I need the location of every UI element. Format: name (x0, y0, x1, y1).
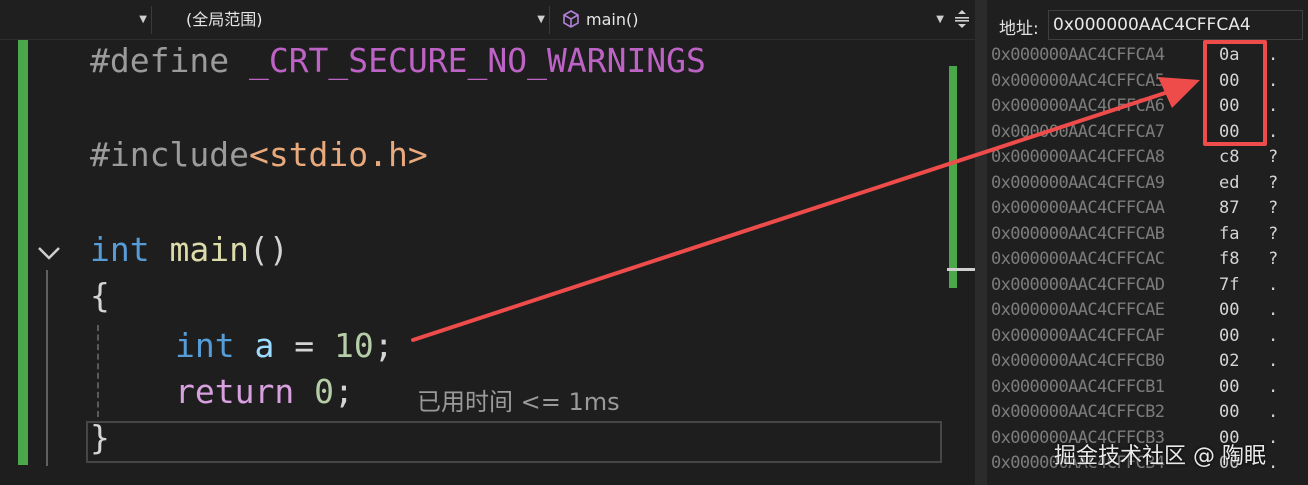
close-brace: } (90, 418, 110, 457)
code-editor[interactable]: ▼ (全局范围) ▼ main() ▼ #define _CRT_SECURE_… (0, 0, 975, 485)
chevron-down-icon: ▼ (537, 14, 545, 25)
memory-char: . (1268, 427, 1279, 448)
memory-byte[interactable]: ed (1219, 171, 1239, 196)
memory-byte[interactable]: 02 (1219, 349, 1239, 374)
memory-byte[interactable]: 00 (1219, 324, 1239, 349)
code-line-3[interactable]: #include<stdio.h> (90, 131, 428, 179)
memory-byte[interactable]: 00 (1219, 400, 1239, 425)
memory-char: . (1268, 351, 1279, 371)
memory-char: . (1268, 274, 1279, 295)
memory-char: ? (1268, 172, 1279, 193)
memory-char: ? (1268, 147, 1279, 167)
function-name: main (169, 230, 249, 269)
variable-name: a (254, 326, 275, 365)
preprocessor-directive: #include (90, 135, 249, 174)
indent-guide (97, 325, 99, 417)
memory-byte[interactable]: 00 (1219, 375, 1239, 400)
memory-address: 0x000000AAC4CFFCAC (991, 249, 1165, 269)
memory-char: . (1268, 121, 1279, 142)
memory-char: . (1268, 96, 1279, 116)
memory-address: 0x000000AAC4CFFCAD (991, 274, 1165, 295)
macro-name: _CRT_SECURE_NO_WARNINGS (248, 41, 706, 80)
memory-char: . (1268, 70, 1279, 91)
memory-address: 0x000000AAC4CFFCAF (991, 325, 1165, 346)
memory-address: 0x000000AAC4CFFCA4 (991, 45, 1165, 65)
memory-address: 0x000000AAC4CFFCB0 (991, 351, 1165, 371)
memory-address: 0x000000AAC4CFFCA6 (991, 96, 1165, 116)
memory-byte[interactable]: c8 (1219, 145, 1239, 170)
cube-icon (563, 10, 579, 28)
watermark: 掘金技术社区 @ 陶眠 (1054, 444, 1266, 469)
number-literal: 0 (314, 372, 334, 411)
memory-address: 0x000000AAC4CFFCA7 (991, 121, 1165, 142)
code-line-9[interactable]: } (90, 414, 110, 462)
navigation-bar: ▼ (全局范围) ▼ main() ▼ (0, 0, 975, 40)
semicolon: ; (333, 372, 354, 411)
memory-char: ? (1268, 223, 1279, 244)
member-combo[interactable]: main() ▼ (556, 6, 948, 34)
memory-char: ? (1268, 249, 1279, 269)
file-combo[interactable]: ▼ (0, 6, 152, 34)
memory-byte[interactable]: fa (1219, 222, 1239, 247)
scope-combo-label: (全局范围) (186, 10, 263, 29)
pane-divider[interactable] (975, 0, 987, 485)
assign-operator: = (274, 326, 334, 365)
scrollbar-caret-marker (947, 268, 975, 271)
memory-address: 0x000000AAC4CFFCA9 (991, 172, 1165, 193)
code-line-1[interactable]: #define _CRT_SECURE_NO_WARNINGS (90, 37, 706, 85)
memory-char: . (1268, 376, 1279, 397)
memory-byte[interactable]: 87 (1219, 196, 1239, 221)
semicolon: ; (373, 326, 394, 365)
fold-region-line (46, 270, 48, 466)
scope-combo[interactable]: (全局范围) ▼ (158, 6, 550, 34)
code-line-8[interactable]: return 0; (175, 368, 354, 416)
code-line-7[interactable]: int a = 10; (175, 322, 394, 370)
memory-address: 0x000000AAC4CFFCAA (991, 198, 1165, 218)
memory-char: . (1268, 325, 1279, 346)
memory-address: 0x000000AAC4CFFCB1 (991, 376, 1165, 397)
address-input[interactable]: 0x000000AAC4CFFCA4 (1048, 10, 1303, 40)
return-keyword: return (175, 372, 295, 411)
number-literal: 10 (333, 326, 374, 365)
include-header: <stdio.h> (248, 135, 428, 174)
chevron-down-icon[interactable] (34, 238, 64, 268)
preprocessor-directive: #define (90, 41, 230, 80)
perf-tip[interactable]: 已用时间 <= 1ms (417, 382, 620, 417)
function-parens: () (248, 230, 289, 269)
split-editor-icon[interactable] (952, 9, 972, 31)
memory-char: . (1268, 402, 1279, 422)
change-tracking-bar (18, 40, 28, 465)
memory-char: . (1268, 300, 1279, 320)
memory-byte[interactable]: 00 (1219, 298, 1239, 323)
code-line-5[interactable]: int main() (90, 226, 289, 274)
return-type: int (90, 230, 150, 269)
member-combo-label: main() (586, 10, 639, 29)
memory-address: 0x000000AAC4CFFCB2 (991, 402, 1165, 422)
memory-address: 0x000000AAC4CFFCA5 (991, 70, 1165, 91)
code-line-6[interactable]: { (90, 272, 110, 320)
memory-address: 0x000000AAC4CFFCA8 (991, 147, 1165, 167)
scrollbar-change-marker (949, 66, 957, 288)
memory-char: . (1268, 45, 1279, 65)
address-label: 地址: (999, 19, 1039, 39)
variable-type: int (175, 326, 235, 365)
annotation-highlight-box (1203, 40, 1267, 146)
open-brace: { (90, 276, 110, 315)
memory-byte[interactable]: f8 (1219, 247, 1239, 272)
memory-char: . (1268, 453, 1279, 473)
memory-char: ? (1268, 198, 1279, 218)
memory-address: 0x000000AAC4CFFCAE (991, 300, 1165, 320)
chevron-down-icon: ▼ (139, 14, 147, 25)
memory-address: 0x000000AAC4CFFCAB (991, 223, 1165, 244)
memory-byte[interactable]: 7f (1219, 273, 1239, 298)
current-line-highlight (86, 421, 942, 463)
chevron-down-icon: ▼ (936, 14, 944, 25)
